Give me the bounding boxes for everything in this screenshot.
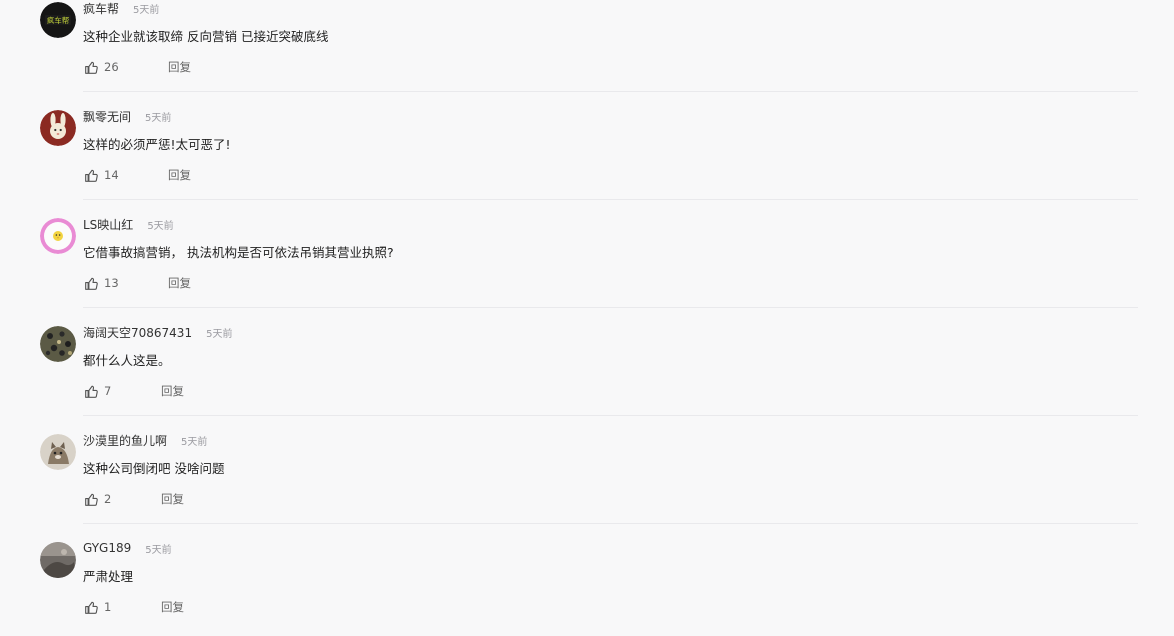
thumbs-up-icon (85, 493, 98, 506)
reply-button[interactable]: 回复 (161, 383, 184, 399)
avatar[interactable] (40, 542, 76, 578)
thumbs-up-icon (85, 277, 98, 290)
rabbit-avatar-icon (40, 110, 76, 146)
like-count: 13 (104, 276, 119, 290)
reply-button[interactable]: 回复 (168, 167, 191, 183)
photo-avatar-icon (40, 542, 76, 578)
like-count: 14 (104, 168, 119, 182)
like-count: 1 (104, 600, 112, 614)
like-count: 2 (104, 492, 112, 506)
timestamp: 5天前 (206, 328, 233, 340)
like-button[interactable]: 1 (84, 600, 128, 615)
username[interactable]: 疯车帮 (83, 0, 119, 17)
comment-item: GYG189 5天前 严肃处理 1 回复 (0, 540, 1174, 636)
avatar[interactable] (40, 110, 76, 146)
reply-button[interactable]: 回复 (161, 599, 184, 615)
like-count: 26 (104, 60, 119, 74)
timestamp: 5天前 (133, 4, 160, 16)
comment-text: 它借事故搞营销， 执法机构是否可依法吊销其营业执照? (83, 245, 394, 260)
like-button[interactable]: 14 (84, 168, 128, 183)
like-button[interactable]: 13 (84, 276, 128, 291)
username[interactable]: 沙漠里的鱼儿啊 (83, 432, 167, 449)
reply-button[interactable]: 回复 (168, 59, 191, 75)
timestamp: 5天前 (147, 220, 174, 232)
comment-item: LS映山红 5天前 它借事故搞营销， 执法机构是否可依法吊销其营业执照? 13 … (0, 216, 1174, 324)
divider (83, 91, 1138, 92)
divider (83, 199, 1138, 200)
username[interactable]: LS映山红 (83, 216, 133, 233)
divider (83, 415, 1138, 416)
comment-list: 疯车帮 疯车帮 5天前 这种企业就该取缔 反向营销 已接近突破底线 26 回复 (0, 0, 1174, 636)
thumbs-up-icon (85, 61, 98, 74)
reply-button[interactable]: 回复 (168, 275, 191, 291)
reply-button[interactable]: 回复 (161, 491, 184, 507)
avatar[interactable]: 疯车帮 (40, 2, 76, 38)
avatar[interactable] (40, 218, 76, 254)
thumbs-up-icon (85, 385, 98, 398)
like-button[interactable]: 7 (84, 384, 128, 399)
like-count: 7 (104, 384, 112, 398)
like-button[interactable]: 26 (84, 60, 128, 75)
username[interactable]: 飘零无间 (83, 108, 131, 125)
avatar[interactable] (40, 326, 76, 362)
chick-avatar-icon (40, 218, 76, 254)
divider (83, 523, 1138, 524)
leopard-avatar-icon (40, 326, 76, 362)
comment-text: 都什么人这是。 (83, 353, 171, 368)
logo-avatar-icon: 疯车帮 (40, 2, 76, 38)
comment-item: 沙漠里的鱼儿啊 5天前 这种公司倒闭吧 没啥问题 2 回复 (0, 432, 1174, 540)
timestamp: 5天前 (145, 112, 172, 124)
username[interactable]: 海阔天空70867431 (83, 324, 192, 341)
avatar[interactable] (40, 434, 76, 470)
timestamp: 5天前 (181, 436, 208, 448)
comment-text: 这种企业就该取缔 反向营销 已接近突破底线 (83, 29, 329, 44)
comment-text: 严肃处理 (83, 569, 134, 584)
avatar-logo-text: 疯车帮 (47, 15, 70, 25)
comment-text: 这样的必须严惩!太可恶了! (83, 137, 231, 152)
cat-avatar-icon (40, 434, 76, 470)
thumbs-up-icon (85, 169, 98, 182)
divider (83, 307, 1138, 308)
timestamp: 5天前 (145, 544, 172, 556)
comment-item: 海阔天空70867431 5天前 都什么人这是。 7 回复 (0, 324, 1174, 432)
comment-item: 飘零无间 5天前 这样的必须严惩!太可恶了! 14 回复 (0, 108, 1174, 216)
username[interactable]: GYG189 (83, 541, 131, 555)
comment-text: 这种公司倒闭吧 没啥问题 (83, 461, 225, 476)
comment-item: 疯车帮 疯车帮 5天前 这种企业就该取缔 反向营销 已接近突破底线 26 回复 (0, 0, 1174, 108)
like-button[interactable]: 2 (84, 492, 128, 507)
thumbs-up-icon (85, 601, 98, 614)
